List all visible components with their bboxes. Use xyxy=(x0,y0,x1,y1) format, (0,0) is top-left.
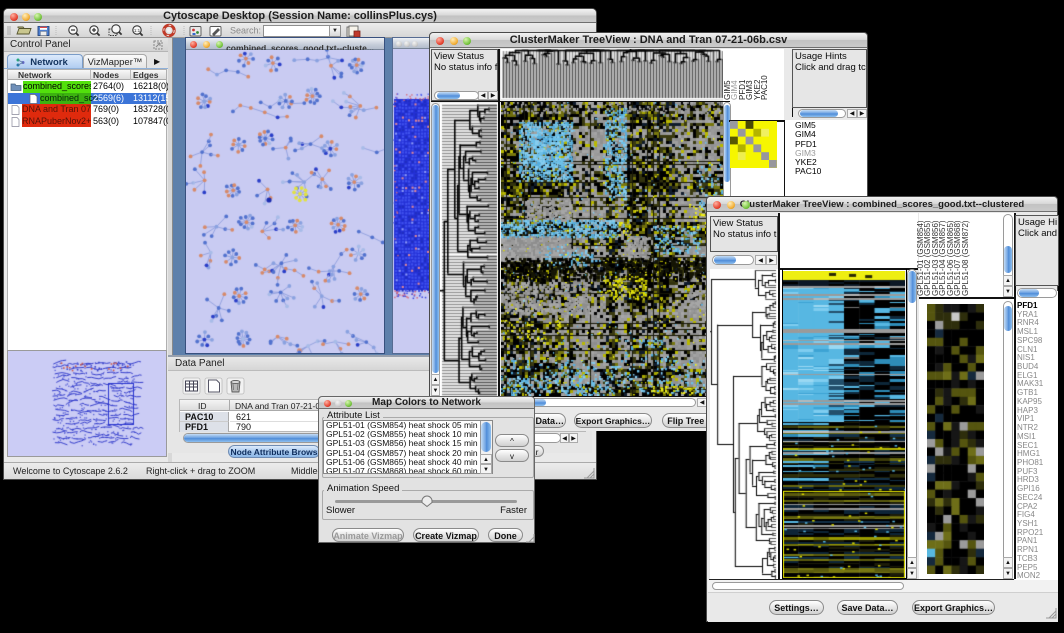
svg-text:Search:: Search: xyxy=(230,26,261,36)
svg-text:1:1: 1:1 xyxy=(134,28,141,33)
